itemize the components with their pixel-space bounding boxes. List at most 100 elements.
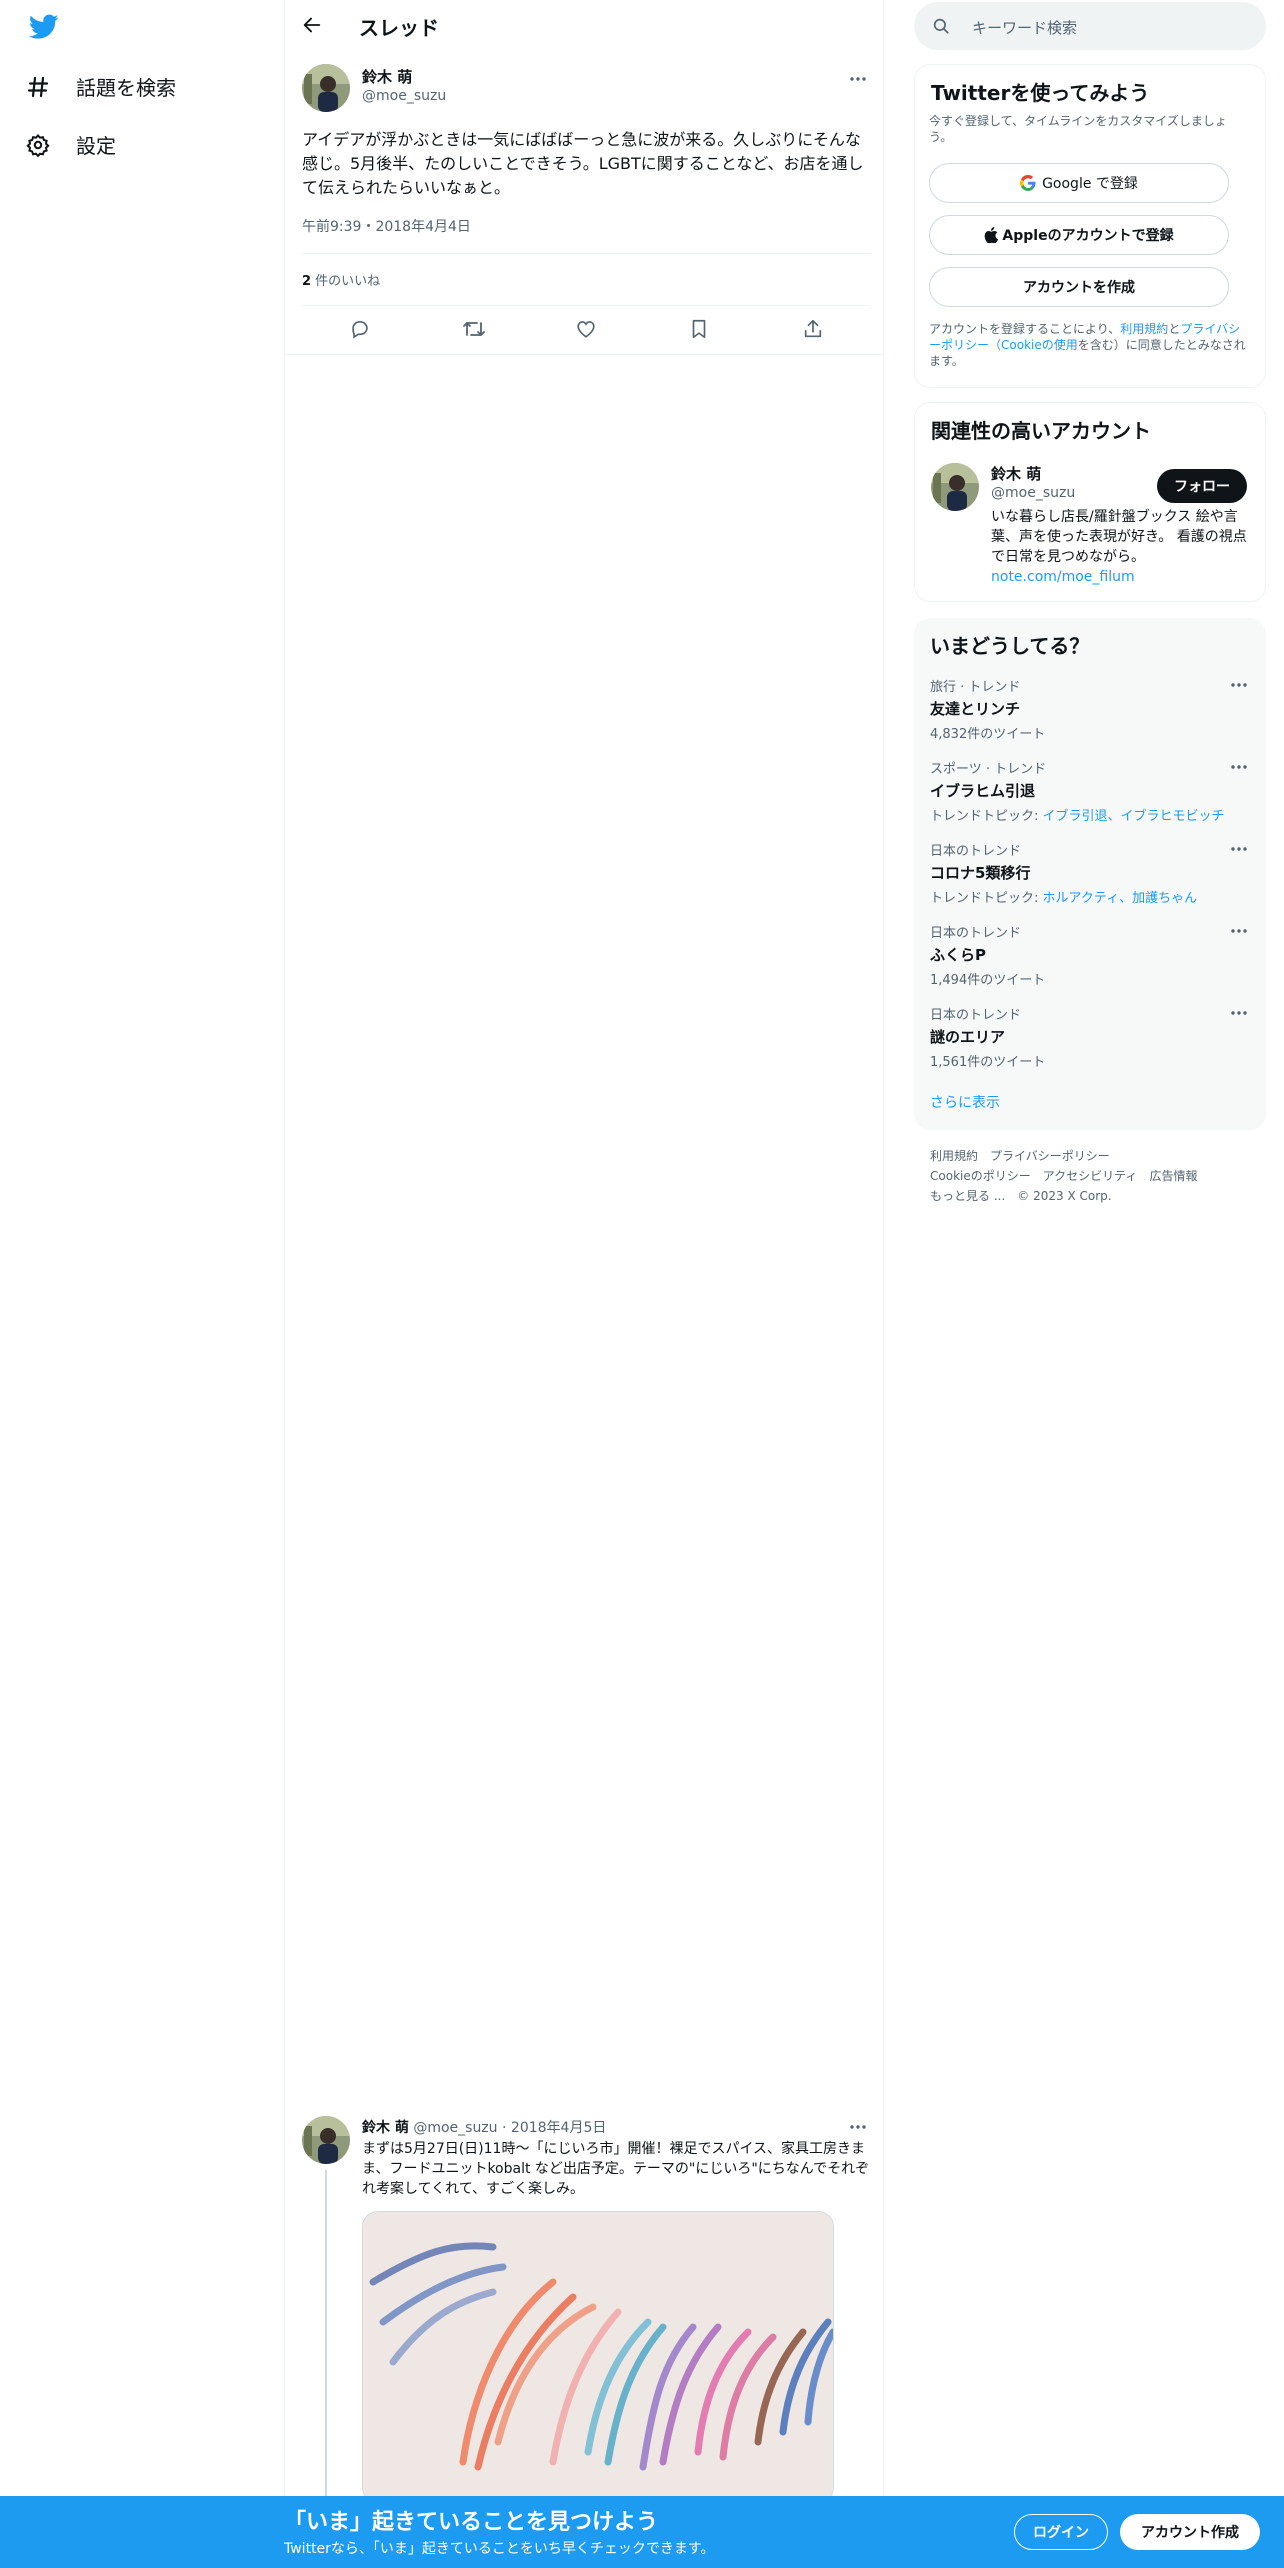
trend-meta: トレンドトピック: ホルアクティ、加護ちゃん: [930, 887, 1250, 906]
terms-link[interactable]: 利用規約: [1120, 322, 1168, 336]
author-handle[interactable]: @moe_suzu: [413, 2120, 497, 2136]
more-icon[interactable]: [849, 76, 867, 82]
avatar[interactable]: [302, 2116, 350, 2164]
footer-cookie[interactable]: Cookieのポリシー: [930, 1169, 1031, 1183]
trend-meta-text: 1,561件のツイート: [930, 1055, 1046, 1070]
reply-text: まずは5月27日(日)11時〜「にじいろ市」開催！裸足でスパイス、家具工房きまま…: [362, 2141, 870, 2197]
trend-item[interactable]: 日本のトレンド コロナ5類移行 トレンドトピック: ホルアクティ、加護ちゃん: [930, 840, 1250, 906]
trend-category: 旅行 · トレンド: [930, 680, 1021, 695]
apple-icon: [984, 227, 999, 243]
create-account-label: アカウントを作成: [1023, 280, 1135, 296]
footer-links: 利用規約 プライバシーポリシー Cookieのポリシー アクセシビリティ 広告情…: [930, 1146, 1260, 1206]
google-signup-button[interactable]: Google で登録: [929, 163, 1229, 203]
terms-prefix: アカウントを登録することにより、: [929, 322, 1121, 336]
trend-item[interactable]: スポーツ · トレンド イブラヒム引退 トレンドトピック: イブラ引退、イブラヒモビ…: [930, 758, 1250, 824]
trend-name: 謎のエリア: [930, 1028, 1006, 1046]
bookmark-icon[interactable]: [689, 318, 709, 340]
trend-name: ふくらP: [930, 946, 986, 964]
trends-panel: いまどうしてる？ 旅行 · トレンド 友達とリンチ 4,832件のツイートスポーツ …: [914, 618, 1266, 1130]
author-name[interactable]: 鈴木 萌: [362, 2120, 409, 2136]
likes-label: 件のいいね: [311, 274, 381, 289]
trend-meta-text: トレンドトピック:: [930, 809, 1043, 824]
login-button[interactable]: ログイン: [1014, 2514, 1108, 2550]
trend-item[interactable]: 日本のトレンド ふくらP 1,494件のツイート: [930, 922, 1250, 988]
gear-icon: [26, 133, 50, 157]
divider: [302, 305, 870, 306]
author-name[interactable]: 鈴木 萌: [362, 66, 412, 87]
left-nav: 話題を検索 設定: [0, 0, 284, 2568]
search-icon: [932, 17, 950, 35]
footer-privacy[interactable]: プライバシーポリシー: [990, 1149, 1110, 1163]
more-icon[interactable]: [1230, 764, 1248, 770]
twitter-bird-icon[interactable]: [29, 14, 59, 40]
reply-header: 鈴木 萌 @moe_suzu · 2018年4月5日: [362, 2117, 606, 2137]
footer-accessibility[interactable]: アクセシビリティ: [1043, 1169, 1138, 1183]
footer-copyright: © 2023 X Corp.: [1017, 1189, 1112, 1203]
signup-panel: Twitterを使ってみよう 今すぐ登録して、タイムラインをカスタマイズしましょ…: [914, 64, 1266, 388]
cookie-link[interactable]: （Cookieの使用: [989, 338, 1078, 352]
signup-button[interactable]: アカウント作成: [1120, 2514, 1260, 2550]
apple-signup-button[interactable]: Appleのアカウントで登録: [929, 215, 1229, 255]
tweet-text: アイデアが浮かぶときは一気にばばばーっと急に波が来る。久しぶりにそんな感じ。5月…: [302, 130, 864, 197]
avatar[interactable]: [931, 463, 979, 511]
thread-line: [325, 2170, 327, 2496]
apple-signup-label: Appleのアカウントで登録: [1002, 228, 1174, 244]
trend-topics[interactable]: イブラ引退、イブラヒモビッチ: [1043, 809, 1225, 824]
trend-name: イブラヒム引退: [930, 782, 1036, 800]
retweet-icon[interactable]: [462, 318, 486, 340]
likes-count[interactable]: 2 件のいいね: [302, 270, 380, 289]
panel-title: Twitterを使ってみよう: [931, 81, 1150, 105]
separator-dot: ·: [502, 2120, 507, 2136]
more-icon[interactable]: [849, 2124, 867, 2130]
create-account-button[interactable]: アカウントを作成: [929, 267, 1229, 307]
trend-category: スポーツ · トレンド: [930, 762, 1047, 777]
trend-meta: 1,494件のツイート: [930, 969, 1250, 988]
bottom-headline: 「いま」起きていることを見つけよう: [284, 2510, 659, 2535]
more-icon[interactable]: [1230, 682, 1248, 688]
more-icon[interactable]: [1230, 928, 1248, 934]
author-handle[interactable]: @moe_suzu: [362, 88, 446, 104]
like-icon[interactable]: [575, 318, 597, 340]
nav-item-explore[interactable]: 話題を検索: [26, 72, 176, 101]
more-icon[interactable]: [1230, 846, 1248, 852]
likes-number: 2: [302, 274, 312, 289]
trend-name: 友達とリンチ: [930, 700, 1021, 718]
trend-category: 日本のトレンド: [930, 844, 1022, 859]
bio-link[interactable]: note.com/moe_filum: [991, 569, 1135, 585]
google-icon: [1020, 175, 1036, 191]
reply-icon[interactable]: [349, 318, 371, 340]
nav-item-settings[interactable]: 設定: [26, 130, 116, 159]
trend-item[interactable]: 旅行 · トレンド 友達とリンチ 4,832件のツイート: [930, 676, 1250, 742]
reply-date[interactable]: 2018年4月5日: [511, 2120, 606, 2136]
trend-meta: 4,832件のツイート: [930, 723, 1250, 742]
account-handle[interactable]: @moe_suzu: [991, 485, 1075, 501]
nav-item-label: 話題を検索: [76, 76, 176, 100]
trend-item[interactable]: 日本のトレンド 謎のエリア 1,561件のツイート: [930, 1004, 1250, 1070]
avatar[interactable]: [302, 64, 350, 112]
share-icon[interactable]: [802, 318, 824, 340]
more-icon[interactable]: [1230, 1010, 1248, 1016]
show-more-link[interactable]: さらに表示: [930, 1092, 1000, 1112]
reply-image[interactable]: [362, 2211, 834, 2503]
trend-category: 日本のトレンド: [930, 926, 1022, 941]
account-name[interactable]: 鈴木 萌: [991, 463, 1041, 484]
footer-more[interactable]: もっと見る ...: [930, 1189, 1005, 1203]
footer-ads[interactable]: 広告情報: [1149, 1169, 1197, 1183]
related-accounts-panel: 関連性の高いアカウント 鈴木 萌 @moe_suzu フォロー いな暮らし店長/…: [914, 402, 1266, 602]
footer-terms[interactable]: 利用規約: [930, 1149, 978, 1163]
back-arrow-icon[interactable]: [301, 14, 323, 36]
search-input[interactable]: キーワード検索: [914, 2, 1266, 50]
search-placeholder: キーワード検索: [972, 19, 1078, 37]
trend-category: 日本のトレンド: [930, 1008, 1022, 1023]
page-title: スレッド: [359, 16, 439, 40]
panel-title: いまどうしてる？: [930, 634, 1090, 658]
follow-button[interactable]: フォロー: [1157, 469, 1247, 503]
terms-and: と: [1168, 322, 1181, 336]
tweet-timestamp[interactable]: 午前9:39・2018年4月4日: [302, 216, 471, 236]
trend-meta-text: トレンドトピック:: [930, 891, 1043, 906]
divider: [285, 354, 883, 355]
bottom-subtext: Twitterなら、「いま」起きていることをいち早くチェックできます。: [284, 2541, 715, 2557]
trend-topics[interactable]: ホルアクティ、加護ちゃん: [1043, 891, 1198, 906]
trend-meta-text: 1,494件のツイート: [930, 973, 1046, 988]
divider: [302, 253, 870, 254]
